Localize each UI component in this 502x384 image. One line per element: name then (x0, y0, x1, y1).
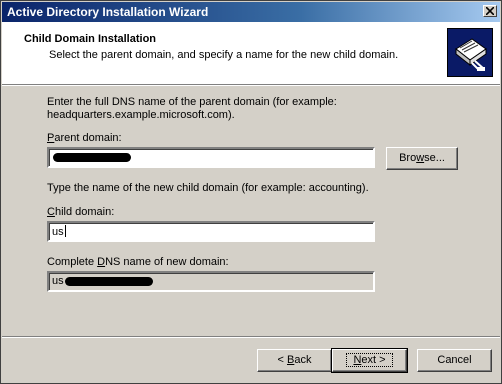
header-divider (2, 84, 500, 86)
browse-accelerator: w (416, 152, 425, 164)
browse-button[interactable]: Browse... (386, 147, 458, 170)
text-cursor (64, 225, 66, 237)
page-subtitle: Select the parent domain, and specify a … (49, 49, 399, 61)
cancel-button[interactable]: Cancel (417, 349, 492, 372)
footer-divider (2, 336, 500, 338)
complete-dns-label-post: NS name of new domain: (105, 256, 229, 268)
child-domain-input[interactable]: us (47, 221, 375, 242)
parent-domain-label: Parent domain: (47, 132, 122, 144)
next-button[interactable]: Next > (331, 348, 408, 373)
wizard-window: Active Directory Installation Wizard Chi… (0, 0, 502, 384)
next-label-post: ext > (361, 354, 386, 366)
child-domain-value: us (52, 226, 64, 238)
back-label-pre: < (277, 354, 287, 366)
parent-instruction-line2: headquarters.example.microsoft.com). (47, 109, 235, 121)
parent-instruction-line1: Enter the full DNS name of the parent do… (47, 96, 337, 108)
complete-dns-label: Complete DNS name of new domain: (47, 256, 229, 268)
close-icon (486, 7, 494, 15)
child-domain-label: Child domain: (47, 206, 114, 218)
domain-book-icon (447, 28, 493, 77)
back-label-post: ack (294, 354, 312, 366)
browse-label-pre: Bro (399, 152, 417, 164)
close-button[interactable] (483, 5, 497, 17)
parent-domain-input[interactable] (47, 147, 375, 168)
wizard-header: Child Domain Installation Select the par… (2, 22, 500, 84)
window-title: Active Directory Installation Wizard (7, 5, 209, 19)
browse-label-post: se... (424, 152, 445, 164)
child-instruction: Type the name of the new child domain (f… (47, 182, 369, 194)
page-title: Child Domain Installation (24, 33, 157, 45)
next-focus-rect: Next > (346, 353, 393, 367)
complete-dns-field: us (47, 271, 375, 292)
redaction-mark (65, 277, 153, 286)
child-domain-accelerator: C (47, 206, 55, 218)
complete-dns-value: us (52, 275, 64, 287)
title-bar[interactable]: Active Directory Installation Wizard (2, 2, 500, 22)
complete-dns-label-pre: Complete (47, 256, 98, 268)
redaction-mark (53, 153, 131, 162)
back-button[interactable]: < Back (257, 349, 332, 372)
parent-domain-label-text: arent domain: (54, 132, 122, 144)
complete-dns-accelerator: D (97, 256, 106, 268)
child-domain-label-text: hild domain: (54, 206, 115, 218)
